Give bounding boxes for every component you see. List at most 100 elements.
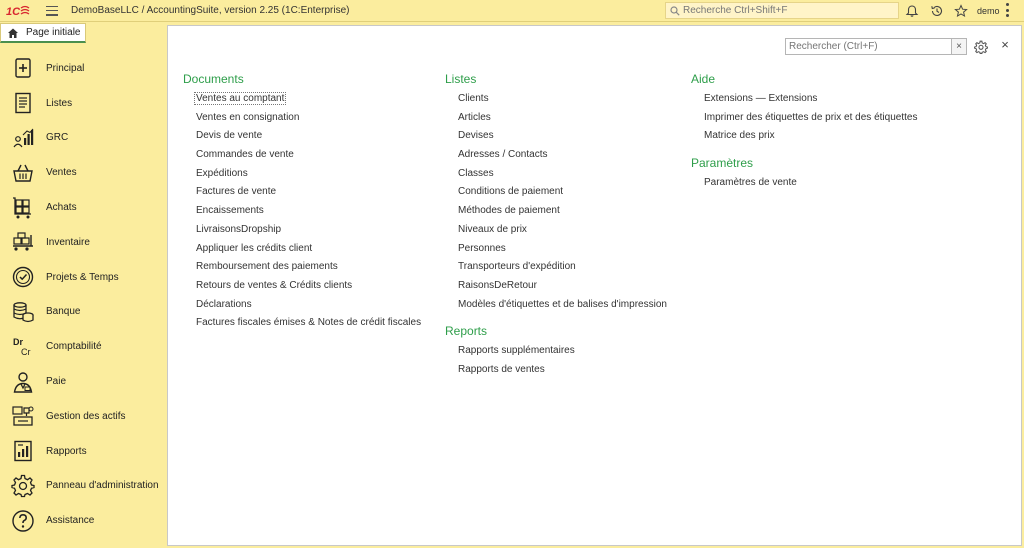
sidebar-item-actifs[interactable]: Gestion des actifs [0, 399, 167, 434]
section-title-aide: Aide [691, 72, 716, 86]
bell-icon[interactable] [905, 4, 919, 18]
list-item[interactable]: Appliquer les crédits client [196, 242, 421, 261]
list-item[interactable]: Articles [458, 111, 667, 130]
sidebar-item-assistance[interactable]: Assistance [0, 503, 167, 538]
app-logo[interactable]: 1C [6, 4, 32, 18]
cart-boxes-icon [10, 195, 36, 221]
list-item[interactable]: Conditions de paiement [458, 185, 667, 204]
sidebar-item-principal[interactable]: Principal [0, 51, 167, 86]
sidebar-item-listes[interactable]: Listes [0, 86, 167, 121]
people-chart-icon [10, 125, 36, 151]
list-item[interactable]: Matrice des prix [704, 129, 917, 148]
sidebar-item-grc[interactable]: GRC [0, 121, 167, 156]
documents-list: Ventes au comptant Ventes en consignatio… [183, 92, 421, 335]
cr-label: Cr [21, 347, 31, 357]
global-search-placeholder: Recherche Ctrl+Shift+F [683, 5, 788, 16]
search-clear-button[interactable]: × [952, 38, 967, 55]
list-item[interactable]: Adresses / Contacts [458, 148, 667, 167]
list-item[interactable]: Rapports supplémentaires [458, 344, 667, 363]
sidebar: Page initiale Principal Listes GRC Vente… [0, 23, 167, 548]
sidebar-item-label: Rapports [46, 445, 87, 457]
list-item[interactable]: Devises [458, 129, 667, 148]
sidebar-item-label: Banque [46, 306, 81, 318]
list-item[interactable]: Retours de ventes & Crédits clients [196, 279, 421, 298]
section-title-documents: Documents [183, 72, 244, 86]
history-icon[interactable] [930, 4, 944, 18]
gear-icon [10, 473, 36, 499]
sidebar-item-label: GRC [46, 132, 69, 144]
list-item[interactable]: Méthodes de paiement [458, 204, 667, 223]
close-button[interactable]: × [999, 38, 1011, 51]
list-item[interactable]: Imprimer des étiquettes de prix et des é… [704, 111, 917, 130]
main-menu-button[interactable] [46, 5, 58, 16]
sidebar-item-label: Listes [46, 97, 73, 109]
dr-cr-icon: Dr Cr [10, 334, 36, 360]
forklift-boxes-icon [10, 229, 36, 255]
list-item[interactable]: Transporteurs d'expédition [458, 260, 667, 279]
list-item[interactable]: Ventes au comptant [194, 92, 421, 111]
sidebar-item-inventaire[interactable]: Inventaire [0, 225, 167, 260]
search-input[interactable] [785, 38, 952, 55]
list-item[interactable]: LivraisonsDropship [196, 223, 421, 242]
list-item[interactable]: Ventes en consignation [196, 111, 421, 130]
list-item[interactable]: Rapports de ventes [458, 363, 667, 382]
sidebar-item-banque[interactable]: Banque [0, 295, 167, 330]
plus-box-icon [10, 55, 36, 81]
basket-icon [10, 160, 36, 186]
sidebar-item-projets[interactable]: Projets & Temps [0, 260, 167, 295]
list-item[interactable]: Factures fiscales émises & Notes de créd… [196, 316, 421, 335]
list-item[interactable]: Commandes de vente [196, 148, 421, 167]
search-icon [670, 5, 680, 16]
listes-section: Listes Clients Articles Devises Adresses… [445, 72, 667, 382]
tab-home[interactable]: Page initiale [0, 23, 86, 43]
sidebar-item-administration[interactable]: Panneau d'administration [0, 469, 167, 504]
global-search-input[interactable]: Recherche Ctrl+Shift+F [665, 2, 899, 19]
sidebar-nav: Principal Listes GRC Ventes Achats Inven… [0, 51, 167, 538]
sidebar-item-label: Inventaire [46, 236, 90, 248]
sidebar-item-label: Assistance [46, 515, 95, 527]
list-item[interactable]: Encaissements [196, 204, 421, 223]
list-item[interactable]: Factures de vente [196, 185, 421, 204]
list-item[interactable]: Devis de vente [196, 129, 421, 148]
list-item[interactable]: Extensions — Extensions [704, 92, 917, 111]
title-bar: 1C DemoBaseLLC / AccountingSuite, versio… [0, 0, 1024, 22]
sidebar-item-label: Paie [46, 376, 67, 388]
sidebar-item-comptabilite[interactable]: Dr Cr Comptabilité [0, 329, 167, 364]
list-item[interactable]: Modèles d'étiquettes et de balises d'imp… [458, 298, 667, 317]
documents-section: Documents Ventes au comptant Ventes en c… [183, 72, 421, 335]
tab-home-label: Page initiale [26, 27, 81, 38]
report-chart-icon [10, 438, 36, 464]
sidebar-item-paie[interactable]: Paie [0, 364, 167, 399]
sidebar-item-ventes[interactable]: Ventes [0, 155, 167, 190]
list-document-icon [10, 90, 36, 116]
assets-icon [10, 403, 36, 429]
parametres-list: Paramètres de vente [691, 176, 917, 195]
star-icon[interactable] [954, 4, 968, 18]
list-item[interactable]: Clients [458, 92, 667, 111]
sidebar-item-achats[interactable]: Achats [0, 190, 167, 225]
list-item[interactable]: Niveaux de prix [458, 223, 667, 242]
list-item[interactable]: Remboursement des paiements [196, 260, 421, 279]
list-item[interactable]: RaisonsDeRetour [458, 279, 667, 298]
sidebar-item-label: Comptabilité [46, 341, 102, 353]
sidebar-item-rapports[interactable]: Rapports [0, 434, 167, 469]
list-item[interactable]: Déclarations [196, 298, 421, 317]
sidebar-item-label: Gestion des actifs [46, 410, 126, 422]
list-item[interactable]: Personnes [458, 242, 667, 261]
settings-gear-icon[interactable] [974, 40, 988, 54]
user-name[interactable]: demo [977, 6, 1000, 16]
list-item[interactable]: Classes [458, 167, 667, 186]
dr-label: Dr [13, 337, 23, 347]
list-item[interactable]: Expéditions [196, 167, 421, 186]
sidebar-item-label: Ventes [46, 167, 77, 179]
section-title-reports: Reports [445, 324, 488, 339]
app-title: DemoBaseLLC / AccountingSuite, version 2… [71, 5, 350, 16]
sidebar-item-label: Achats [46, 202, 77, 214]
list-item[interactable]: Paramètres de vente [704, 176, 917, 195]
logo-1c-icon: 1C [6, 5, 30, 18]
more-icon[interactable] [1006, 3, 1010, 17]
section-title-listes: Listes [445, 72, 477, 86]
employee-icon [10, 369, 36, 395]
coins-stack-icon [10, 299, 36, 325]
sidebar-item-label: Principal [46, 62, 85, 74]
